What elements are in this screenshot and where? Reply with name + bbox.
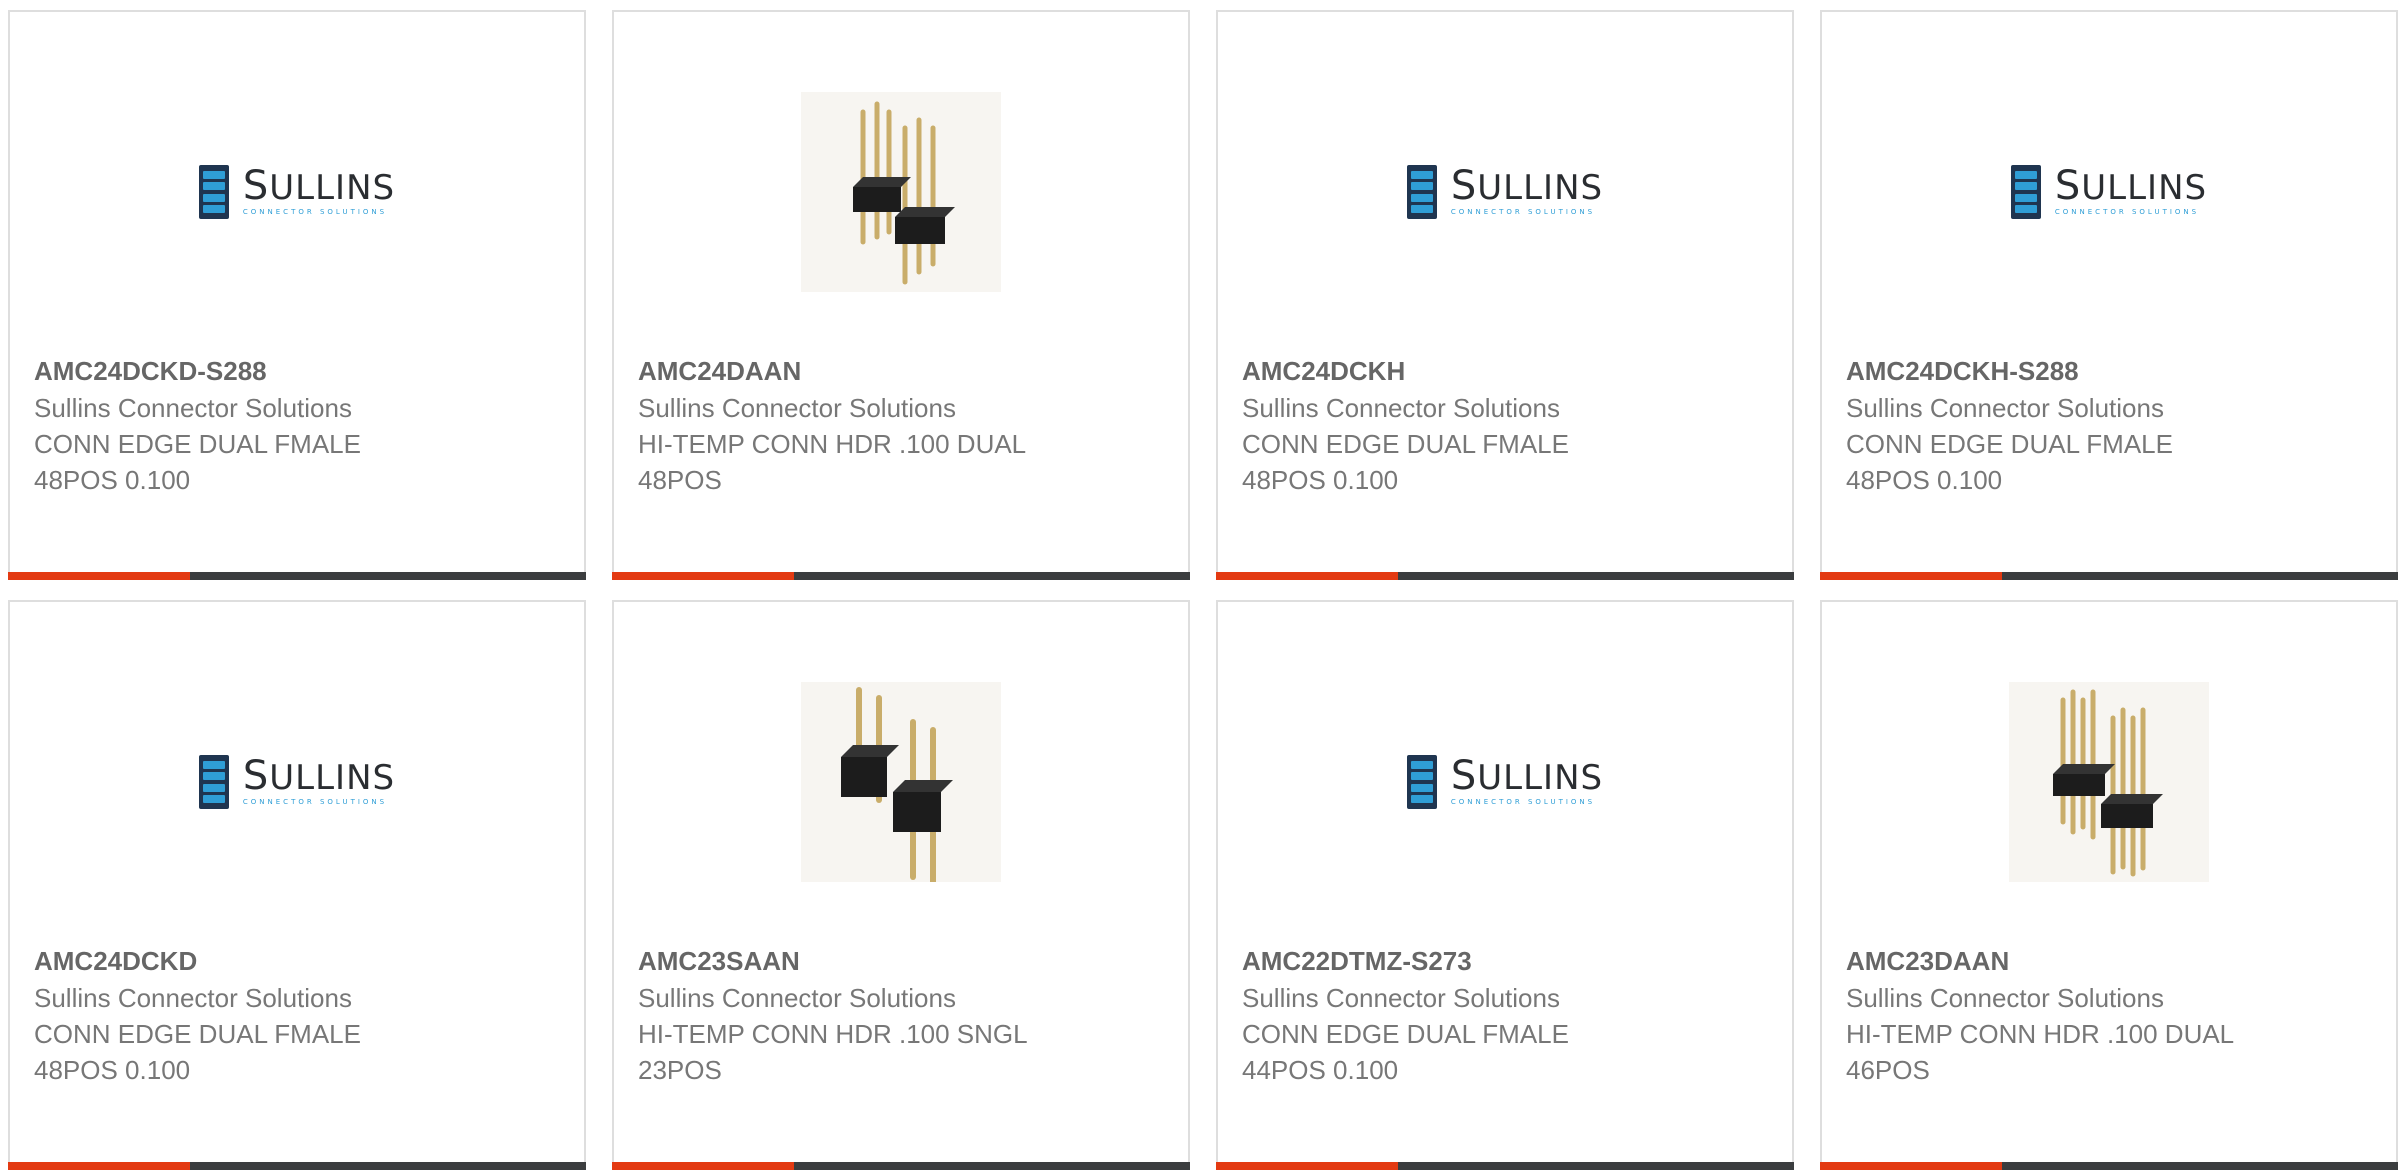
sullins-logo-mark-icon <box>1406 755 1437 809</box>
card-footer-bar <box>1216 572 1794 580</box>
card-footer-bar <box>1820 1162 2398 1170</box>
sullins-logo-mark-icon <box>198 755 229 809</box>
product-image <box>614 72 1188 312</box>
sullins-logo-mark-icon <box>198 165 229 219</box>
pin-header-photo <box>2009 682 2209 882</box>
product-card[interactable]: SULLINS CONNECTOR SOLUTIONS AMC24DCKH-S2… <box>1820 10 2398 580</box>
sullins-logo: SULLINS CONNECTOR SOLUTIONS <box>198 165 395 219</box>
description: CONN EDGE DUAL FMALE 44POS 0.100 <box>1242 1019 1569 1085</box>
product-image <box>1822 662 2396 902</box>
product-image: SULLINS CONNECTOR SOLUTIONS <box>1218 72 1792 312</box>
description: HI-TEMP CONN HDR .100 DUAL 46POS <box>1846 1019 2235 1085</box>
manufacturer: Sullins Connector Solutions <box>1242 393 1560 423</box>
description: CONN EDGE DUAL FMALE 48POS 0.100 <box>34 429 361 495</box>
product-card[interactable]: AMC24DAAN Sullins Connector Solutions HI… <box>612 10 1190 580</box>
product-card[interactable]: AMC23SAAN Sullins Connector Solutions HI… <box>612 600 1190 1170</box>
manufacturer: Sullins Connector Solutions <box>1846 983 2164 1013</box>
product-image: SULLINS CONNECTOR SOLUTIONS <box>10 662 584 902</box>
part-number[interactable]: AMC23SAAN <box>638 942 1164 980</box>
card-footer-bar <box>8 1162 586 1170</box>
manufacturer: Sullins Connector Solutions <box>1846 393 2164 423</box>
card-footer-bar <box>1820 572 2398 580</box>
part-number[interactable]: AMC22DTMZ-S273 <box>1242 942 1768 980</box>
product-card[interactable]: SULLINS CONNECTOR SOLUTIONS AMC22DTMZ-S2… <box>1216 600 1794 1170</box>
product-card[interactable]: SULLINS CONNECTOR SOLUTIONS AMC24DCKD-S2… <box>8 10 586 580</box>
sullins-logo: SULLINS CONNECTOR SOLUTIONS <box>2010 165 2207 219</box>
card-footer-bar <box>1216 1162 1794 1170</box>
product-image <box>614 662 1188 902</box>
sullins-logo: SULLINS CONNECTOR SOLUTIONS <box>1406 755 1603 809</box>
sullins-logo: SULLINS CONNECTOR SOLUTIONS <box>1406 165 1603 219</box>
part-number[interactable]: AMC24DCKH <box>1242 352 1768 390</box>
product-image: SULLINS CONNECTOR SOLUTIONS <box>10 72 584 312</box>
manufacturer: Sullins Connector Solutions <box>638 393 956 423</box>
part-number[interactable]: AMC24DCKH-S288 <box>1846 352 2372 390</box>
manufacturer: Sullins Connector Solutions <box>1242 983 1560 1013</box>
sullins-logo-mark-icon <box>2010 165 2041 219</box>
part-number[interactable]: AMC24DCKD-S288 <box>34 352 560 390</box>
manufacturer: Sullins Connector Solutions <box>34 983 352 1013</box>
description: CONN EDGE DUAL FMALE 48POS 0.100 <box>34 1019 361 1085</box>
part-number[interactable]: AMC24DCKD <box>34 942 560 980</box>
product-card[interactable]: SULLINS CONNECTOR SOLUTIONS AMC24DCKD Su… <box>8 600 586 1170</box>
part-number[interactable]: AMC24DAAN <box>638 352 1164 390</box>
product-image: SULLINS CONNECTOR SOLUTIONS <box>1218 662 1792 902</box>
description: HI-TEMP CONN HDR .100 SNGL 23POS <box>638 1019 1028 1085</box>
card-footer-bar <box>612 572 1190 580</box>
sullins-logo-mark-icon <box>1406 165 1437 219</box>
product-grid: SULLINS CONNECTOR SOLUTIONS AMC24DCKD-S2… <box>8 10 2400 1170</box>
card-footer-bar <box>612 1162 1190 1170</box>
description: CONN EDGE DUAL FMALE 48POS 0.100 <box>1242 429 1569 495</box>
manufacturer: Sullins Connector Solutions <box>34 393 352 423</box>
card-footer-bar <box>8 572 586 580</box>
product-card[interactable]: SULLINS CONNECTOR SOLUTIONS AMC24DCKH Su… <box>1216 10 1794 580</box>
part-number[interactable]: AMC23DAAN <box>1846 942 2372 980</box>
product-card[interactable]: AMC23DAAN Sullins Connector Solutions HI… <box>1820 600 2398 1170</box>
pin-header-photo <box>801 92 1001 292</box>
description: HI-TEMP CONN HDR .100 DUAL 48POS <box>638 429 1027 495</box>
description: CONN EDGE DUAL FMALE 48POS 0.100 <box>1846 429 2173 495</box>
product-image: SULLINS CONNECTOR SOLUTIONS <box>1822 72 2396 312</box>
pin-header-photo <box>801 682 1001 882</box>
manufacturer: Sullins Connector Solutions <box>638 983 956 1013</box>
sullins-logo: SULLINS CONNECTOR SOLUTIONS <box>198 755 395 809</box>
